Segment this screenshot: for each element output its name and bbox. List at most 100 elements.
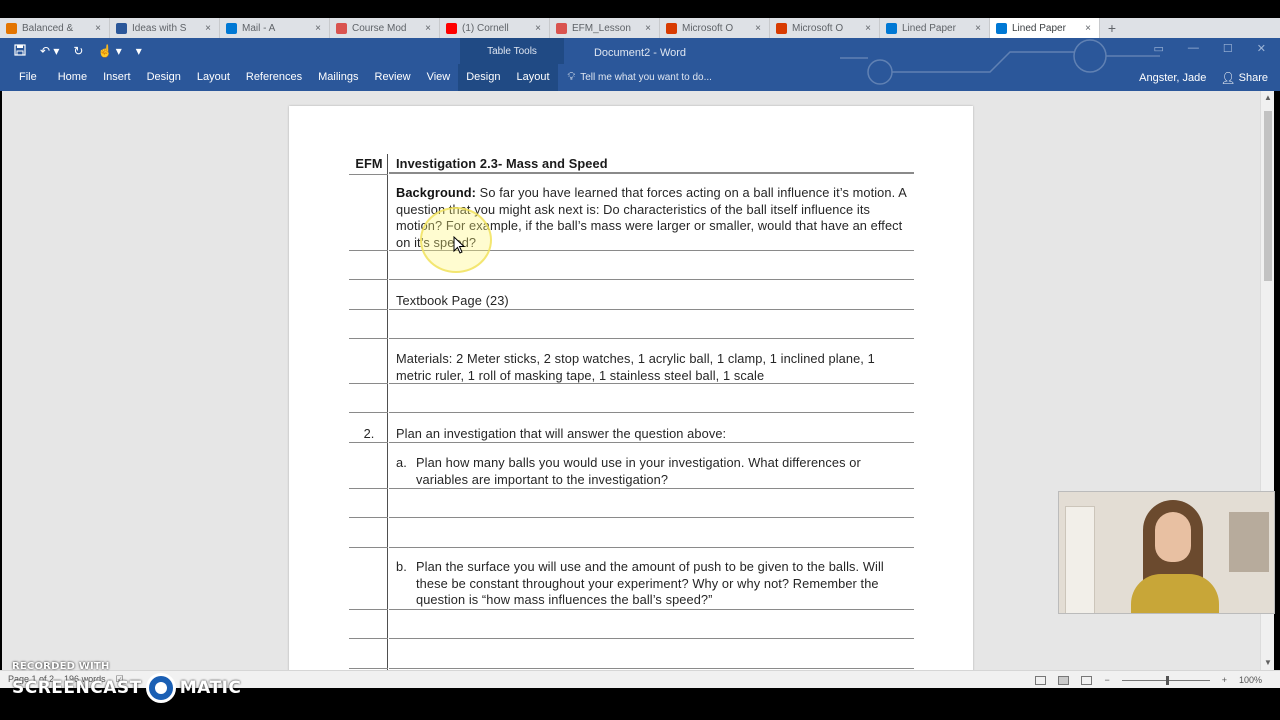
tab-close-icon[interactable]: × [91, 23, 105, 34]
undo-icon[interactable]: ↶ ▾ [40, 44, 59, 58]
browser-tab[interactable]: Balanced & × [0, 18, 110, 38]
print-layout-icon[interactable] [1058, 675, 1070, 685]
tab-favicon-icon [556, 22, 567, 34]
scroll-down-icon[interactable]: ▼ [1261, 656, 1275, 670]
tab-view[interactable]: View [419, 64, 459, 91]
rule-line [349, 638, 388, 639]
tab-close-icon[interactable]: × [641, 23, 655, 34]
tab-close-icon[interactable]: × [531, 23, 545, 34]
zoom-in-button[interactable]: + [1222, 675, 1227, 685]
background-label: Background: [396, 185, 477, 200]
rule-line [349, 547, 388, 548]
tab-file[interactable]: File [0, 64, 50, 91]
page-count[interactable]: Page 1 of 2 [8, 674, 54, 685]
rule-line [389, 309, 914, 310]
zoom-slider[interactable] [1121, 675, 1210, 685]
document-page[interactable]: EFM Investigation 2.3- Mass and Speed Ba… [289, 106, 973, 670]
tab-table-design[interactable]: Design [458, 64, 509, 91]
browser-tab[interactable]: Course Mod × [330, 18, 440, 38]
zoom-slider-thumb[interactable] [1165, 675, 1169, 685]
window-controls: ▭ — ☐ ✕ [1154, 42, 1267, 55]
user-name[interactable]: Angster, Jade [1139, 72, 1206, 84]
tab-favicon-icon [6, 22, 17, 34]
webcam-door [1065, 506, 1095, 613]
scroll-up-icon[interactable]: ▲ [1261, 91, 1275, 105]
browser-tab[interactable]: Microsoft O × [770, 18, 880, 38]
browser-tab[interactable]: Mail - A × [220, 18, 330, 38]
textbook-page[interactable]: Textbook Page (23) [396, 293, 911, 310]
rule-line [389, 517, 914, 518]
tab-label: Lined Paper [902, 22, 956, 34]
ribbon-display-icon[interactable]: ▭ [1154, 42, 1164, 55]
tab-home[interactable]: Home [50, 64, 95, 91]
tab-favicon-icon [446, 22, 457, 34]
web-layout-icon[interactable] [1081, 675, 1093, 685]
word-count[interactable]: 196 words [64, 674, 106, 685]
rule-line [349, 338, 388, 339]
tab-close-icon[interactable]: × [751, 23, 765, 34]
tab-close-icon[interactable]: × [1081, 23, 1095, 34]
browser-tab[interactable]: (1) Cornell × [440, 18, 550, 38]
item-a[interactable]: a. Plan how many balls you would use in … [396, 455, 886, 488]
tell-me-search[interactable]: 💡︎ Tell me what you want to do... [568, 71, 712, 84]
status-bar: Page 1 of 2 196 words ☑ − + 100% [0, 670, 1280, 688]
browser-tab[interactable]: Ideas with S × [110, 18, 220, 38]
proofing-icon[interactable]: ☑ [116, 674, 124, 685]
maximize-icon[interactable]: ☐ [1223, 42, 1233, 55]
share-button[interactable]: 👤︎ Share [1214, 69, 1274, 87]
browser-tab[interactable]: Lined Paper × [990, 18, 1100, 38]
tab-label: (1) Cornell [462, 22, 509, 34]
tab-close-icon[interactable]: × [861, 23, 875, 34]
tab-favicon-icon [226, 22, 237, 34]
presenter-face [1155, 512, 1191, 562]
tab-favicon-icon [996, 22, 1007, 34]
minimize-icon[interactable]: — [1188, 42, 1199, 55]
tab-layout[interactable]: Layout [189, 64, 238, 91]
rule-line [349, 279, 388, 280]
lightbulb-icon: 💡︎ [567, 71, 576, 83]
materials-text[interactable]: Materials: 2 Meter sticks, 2 stop watche… [396, 351, 911, 384]
rule-line [389, 383, 914, 384]
close-icon[interactable]: ✕ [1257, 42, 1266, 55]
customize-qat-icon[interactable]: ▾ [136, 44, 142, 58]
tab-review[interactable]: Review [367, 64, 419, 91]
item-a-letter: a. [396, 455, 407, 470]
zoom-level[interactable]: 100% [1239, 675, 1262, 685]
tab-references[interactable]: References [238, 64, 310, 91]
rule-line [389, 338, 914, 339]
save-icon[interactable] [14, 43, 26, 59]
tab-insert[interactable]: Insert [95, 64, 139, 91]
tell-me-text: Tell me what you want to do... [580, 72, 712, 83]
redo-icon[interactable]: ↻ [73, 44, 83, 58]
user-area: Angster, Jade 👤︎ Share [1139, 64, 1274, 91]
item-2-number: 2. [363, 426, 375, 441]
tab-close-icon[interactable]: × [311, 23, 325, 34]
tab-design[interactable]: Design [139, 64, 189, 91]
tab-favicon-icon [776, 22, 787, 34]
read-mode-icon[interactable] [1035, 675, 1047, 685]
browser-tab[interactable]: EFM_Lesson × [550, 18, 660, 38]
rule-line [389, 279, 914, 280]
presenter-body [1131, 574, 1219, 613]
tab-mailings[interactable]: Mailings [310, 64, 366, 91]
tab-table-layout[interactable]: Layout [508, 64, 558, 91]
rule-line [349, 609, 388, 610]
item-b[interactable]: b. Plan the surface you will use and the… [396, 559, 886, 609]
browser-tab[interactable]: Lined Paper × [880, 18, 990, 38]
document-title: Document2 - Word [593, 47, 687, 59]
tab-close-icon[interactable]: × [201, 23, 215, 34]
rule-line [349, 442, 388, 443]
touch-mode-icon[interactable]: ☝ ▾ [97, 44, 121, 58]
background-paragraph[interactable]: Background: So far you have learned that… [396, 185, 911, 251]
new-tab-button[interactable]: + [1100, 18, 1124, 38]
rule-line [389, 250, 914, 251]
scrollbar-thumb[interactable] [1264, 111, 1272, 281]
tab-close-icon[interactable]: × [421, 23, 435, 34]
browser-tab[interactable]: Microsoft O × [660, 18, 770, 38]
item-2-text[interactable]: Plan an investigation that will answer t… [396, 426, 911, 443]
tab-favicon-icon [886, 22, 897, 34]
zoom-out-button[interactable]: − [1104, 675, 1109, 685]
item-b-text: Plan the surface you will use and the am… [416, 559, 884, 608]
tab-close-icon[interactable]: × [971, 23, 985, 34]
word-ribbon: ↶ ▾ ↻ ☝ ▾ ▾ Table Tools Document2 - Word… [0, 38, 1280, 91]
